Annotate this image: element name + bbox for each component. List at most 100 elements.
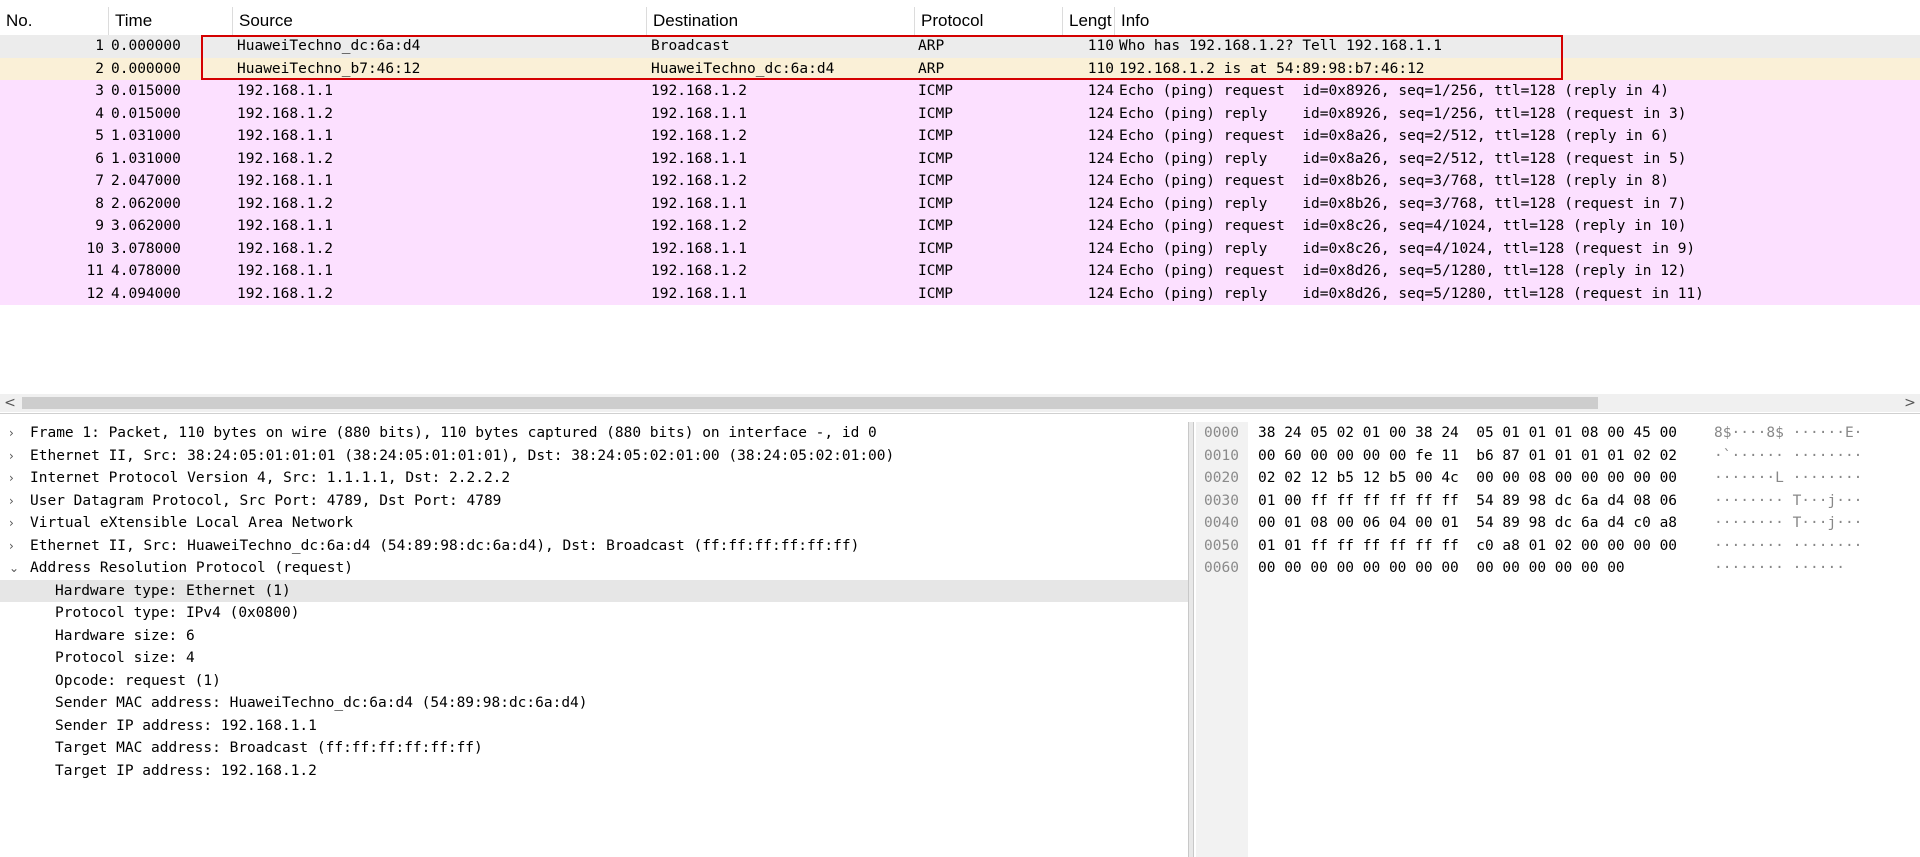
column-info[interactable]: Info [1115, 7, 1920, 35]
detail-text: Hardware type: Ethernet (1) [55, 582, 291, 599]
pane-splitter[interactable] [1188, 422, 1194, 857]
packet-no-cell: 2 [95, 60, 104, 77]
detail-text: Hardware size: 6 [55, 627, 195, 644]
detail-text: Protocol type: IPv4 (0x0800) [55, 605, 300, 621]
packet-src-cell: 192.168.1.2 [237, 105, 334, 122]
packet-time-cell: 0.015000 [111, 83, 181, 99]
detail-field-row[interactable]: Opcode: request (1) [0, 670, 1188, 693]
packet-time-cell: 0.015000 [111, 105, 181, 122]
detail-field-row[interactable]: Target IP address: 192.168.1.2 [0, 760, 1188, 783]
hex-bytes: 38 24 05 02 01 00 38 24 05 01 01 01 08 0… [1258, 425, 1678, 441]
detail-tree-node[interactable]: › Internet Protocol Version 4, Src: 1.1.1… [0, 467, 1188, 490]
packet-rows: 1 0.000000 HuaweiTechno_dc:6a:d4 Broadcast A… [0, 35, 1920, 305]
packet-row[interactable]: 4 0.015000 192.168.1.2 192.168.1.1 ICMP 124 Ec… [0, 102, 1920, 125]
ascii-text: ········ ········ [1714, 537, 1863, 554]
packet-dst-cell: Broadcast [651, 38, 730, 54]
packet-proto-cell: ICMP [918, 128, 953, 144]
scroll-right-icon[interactable]: > [1900, 394, 1920, 412]
packet-info-cell: Echo (ping) request id=0x8a26, seq=2/512… [1119, 128, 1669, 144]
chevron-right-icon[interactable]: › [9, 467, 14, 490]
packet-row[interactable]: 5 1.031000 192.168.1.1 192.168.1.2 ICMP 124 Ec… [0, 125, 1920, 148]
chevron-right-icon[interactable]: › [9, 490, 14, 513]
packet-dst-cell: 192.168.1.2 [651, 218, 748, 234]
detail-tree-node[interactable]: › Ethernet II, Src: HuaweiTechno_dc:6a:d4… [0, 535, 1188, 558]
column-source[interactable]: Source [233, 7, 647, 35]
packet-row[interactable]: 9 3.062000 192.168.1.1 192.168.1.2 ICMP 124 Ec… [0, 215, 1920, 238]
packet-proto-cell: ICMP [918, 83, 953, 99]
packet-src-cell: 192.168.1.2 [237, 195, 334, 212]
packet-no-cell: 7 [95, 173, 104, 189]
packet-proto-cell: ICMP [918, 218, 953, 234]
packet-row[interactable]: 11 4.078000 192.168.1.1 192.168.1.2 ICMP 124 E… [0, 260, 1920, 283]
chevron-right-icon[interactable]: › [9, 422, 14, 445]
packet-info-cell: Echo (ping) request id=0x8c26, seq=4/102… [1119, 218, 1687, 234]
packet-len-cell: 124 [1087, 150, 1114, 167]
detail-field-row[interactable]: Protocol type: IPv4 (0x0800) [0, 602, 1188, 625]
horizontal-scrollbar[interactable]: < > [0, 394, 1920, 412]
packet-no-cell: 12 [86, 285, 104, 302]
column-length[interactable]: Lengt [1063, 7, 1115, 35]
packet-info-cell: Echo (ping) reply id=0x8d26, seq=5/1280,… [1119, 285, 1704, 302]
detail-field-row[interactable]: Sender MAC address: HuaweiTechno_dc:6a:d… [0, 692, 1188, 715]
detail-text: Opcode: request (1) [55, 672, 221, 689]
packet-proto-cell: ICMP [918, 263, 953, 279]
packet-len-cell: 124 [1087, 128, 1114, 144]
chevron-right-icon[interactable]: › [9, 535, 14, 558]
packet-details-pane[interactable]: › Frame 1: Packet, 110 bytes on wire (880… [0, 422, 1188, 857]
scroll-left-icon[interactable]: < [0, 394, 20, 412]
chevron-down-icon[interactable]: ⌄ [9, 557, 19, 580]
packet-time-cell: 4.094000 [111, 285, 181, 302]
packet-row[interactable]: 6 1.031000 192.168.1.2 192.168.1.1 ICMP 124 Ec… [0, 147, 1920, 170]
packet-no-cell: 10 [86, 240, 104, 257]
chevron-right-icon[interactable]: › [9, 445, 14, 468]
detail-field-row[interactable]: Hardware type: Ethernet (1) [0, 579, 1188, 602]
packet-time-cell: 1.031000 [111, 150, 181, 167]
hex-bytes: 01 00 ff ff ff ff ff ff 54 89 98 dc 6a d… [1258, 492, 1678, 509]
ascii-text: ········ ······ [1714, 560, 1845, 576]
detail-tree-node[interactable]: › Frame 1: Packet, 110 bytes on wire (880… [0, 422, 1188, 445]
packet-proto-cell: ARP [918, 60, 945, 77]
hex-bytes: 00 01 08 00 06 04 00 01 54 89 98 dc 6a d… [1258, 515, 1678, 531]
hex-bytes: 00 00 00 00 00 00 00 00 00 00 00 00 00 0… [1258, 560, 1625, 576]
scrollbar-thumb[interactable] [22, 397, 1598, 409]
packet-proto-cell: ICMP [918, 173, 953, 189]
packet-dst-cell: 192.168.1.1 [651, 105, 748, 122]
packet-list[interactable]: No. Time Source Destination Protocol Len… [0, 0, 1920, 414]
detail-field-row[interactable]: Hardware size: 6 [0, 625, 1188, 648]
packet-time-cell: 3.062000 [111, 218, 181, 234]
column-no[interactable]: No. [0, 7, 109, 35]
column-time[interactable]: Time [109, 7, 233, 35]
packet-row[interactable]: 2 0.000000 HuaweiTechno_b7:46:12 HuaweiTech… [0, 57, 1920, 80]
detail-field-row[interactable]: Target MAC address: Broadcast (ff:ff:ff:… [0, 737, 1188, 760]
packet-row[interactable]: 8 2.062000 192.168.1.2 192.168.1.1 ICMP 124 Ec… [0, 192, 1920, 215]
packet-time-cell: 2.047000 [111, 173, 181, 189]
packet-time-cell: 4.078000 [111, 263, 181, 279]
column-header: No. Time Source Destination Protocol Len… [0, 7, 1920, 36]
detail-tree-node[interactable]: › Ethernet II, Src: 38:24:05:01:01:01 (38… [0, 445, 1188, 468]
packet-bytes-pane[interactable]: 0000 38 24 05 02 01 00 38 24 05 01 01 01 … [1196, 422, 1920, 857]
ascii-text: ········ T···j··· [1714, 492, 1863, 509]
packet-dst-cell: 192.168.1.2 [651, 83, 748, 99]
detail-field-row[interactable]: Sender IP address: 192.168.1.1 [0, 715, 1188, 738]
packet-len-cell: 124 [1087, 218, 1114, 234]
packet-src-cell: 192.168.1.1 [237, 83, 334, 99]
detail-tree-node[interactable]: › User Datagram Protocol, Src Port: 4789,… [0, 490, 1188, 513]
packet-no-cell: 5 [95, 128, 104, 144]
packet-src-cell: 192.168.1.2 [237, 285, 334, 302]
column-destination[interactable]: Destination [647, 7, 915, 35]
detail-tree-node[interactable]: ⌄ Address Resolution Protocol (request) [0, 557, 1188, 580]
packet-no-cell: 8 [95, 195, 104, 212]
chevron-right-icon[interactable]: › [9, 512, 14, 535]
packet-row[interactable]: 7 2.047000 192.168.1.1 192.168.1.2 ICMP 124 Ec… [0, 170, 1920, 193]
packet-dst-cell: 192.168.1.1 [651, 195, 748, 212]
packet-row[interactable]: 3 0.015000 192.168.1.1 192.168.1.2 ICMP 124 Ec… [0, 80, 1920, 103]
packet-time-cell: 3.078000 [111, 240, 181, 257]
packet-row[interactable]: 1 0.000000 HuaweiTechno_dc:6a:d4 Broadcast A… [0, 35, 1920, 58]
detail-text: Sender IP address: 192.168.1.1 [55, 717, 317, 734]
packet-len-cell: 110 [1087, 38, 1114, 54]
column-protocol[interactable]: Protocol [915, 7, 1063, 35]
detail-field-row[interactable]: Protocol size: 4 [0, 647, 1188, 670]
packet-row[interactable]: 12 4.094000 192.168.1.2 192.168.1.1 ICMP 124 E… [0, 282, 1920, 305]
packet-row[interactable]: 10 3.078000 192.168.1.2 192.168.1.1 ICMP 124 E… [0, 237, 1920, 260]
detail-tree-node[interactable]: › Virtual eXtensible Local Area Network [0, 512, 1188, 535]
